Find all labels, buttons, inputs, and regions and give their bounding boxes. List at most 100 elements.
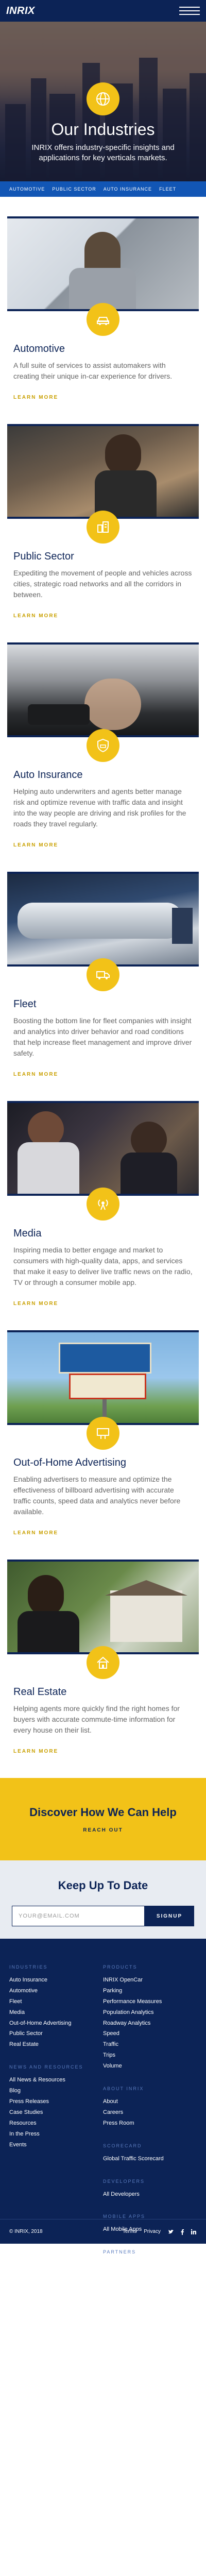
footer-link[interactable]: Traffic [103, 2039, 197, 2050]
industry-subnav: AUTOMOTIVE PUBLIC SECTOR AUTO INSURANCE … [0, 181, 206, 197]
privacy-link[interactable]: Privacy [144, 2229, 161, 2234]
footer-link[interactable]: Global Traffic Scorecard [103, 2154, 197, 2164]
footer-link[interactable]: Resources [9, 2118, 103, 2129]
industry-card-auto-insurance: Auto Insurance Helping auto underwriters… [7, 642, 199, 849]
industry-card-real-estate: Real Estate Helping agents more quickly … [7, 1560, 199, 1755]
learn-more-link[interactable]: LEARN MORE [13, 1072, 58, 1077]
footer-link[interactable]: Population Analytics [103, 2007, 197, 2018]
footer-link[interactable]: About [103, 2096, 197, 2107]
footer-link[interactable]: Case Studies [9, 2107, 103, 2118]
footer-link[interactable]: All Portals [103, 2260, 197, 2270]
industry-description: Expediting the movement of people and ve… [13, 569, 192, 599]
footer-heading: PARTNERS [103, 2249, 136, 2255]
site-footer: INDUSTRIES Auto Insurance Automotive Fleet M… [0, 1939, 206, 2304]
subnav-item-public-sector[interactable]: PUBLIC SECTOR [52, 187, 96, 192]
copyright-text: © INRIX, 2018 [9, 2229, 43, 2234]
footer-link[interactable]: Events [9, 2140, 103, 2150]
industry-card-automotive: Automotive A full suite of services to a… [7, 216, 199, 401]
cta-banner: Discover How We Can Help REACH OUT [0, 1778, 206, 1860]
terms-link[interactable]: Terms [123, 2229, 136, 2234]
industry-title: Auto Insurance [13, 769, 83, 781]
learn-more-link[interactable]: LEARN MORE [13, 1530, 58, 1536]
learn-more-link[interactable]: LEARN MORE [13, 1301, 58, 1307]
auto-insurance-photo [7, 642, 199, 737]
industry-title: Out-of-Home Advertising [13, 1457, 126, 1468]
industry-description: Inspiring media to better engage and mar… [13, 1246, 193, 1286]
learn-more-link[interactable]: LEARN MORE [13, 1749, 58, 1754]
newsletter-section: Keep Up To Date SIGNUP [0, 1860, 206, 1939]
industry-card-out-of-home-advertising: Out-of-Home Advertising Enabling adverti… [7, 1330, 199, 1537]
footer-bottom-bar: © INRIX, 2018 Terms Privacy [0, 2219, 206, 2244]
footer-link[interactable]: Media [9, 2007, 103, 2018]
footer-link[interactable]: Fleet [9, 1996, 103, 2007]
subnav-item-auto-insurance[interactable]: AUTO INSURANCE [104, 187, 152, 192]
house-icon [87, 1646, 119, 1679]
footer-link[interactable]: Real Estate [9, 2039, 103, 2050]
footer-link[interactable]: All News & Resources [9, 2075, 103, 2086]
footer-heading: MOBILE APPS [103, 2214, 146, 2219]
inrix-logo[interactable]: INRIX [6, 5, 35, 17]
industry-description: Helping agents more quickly find the rig… [13, 1704, 180, 1734]
learn-more-link[interactable]: LEARN MORE [13, 842, 58, 848]
shield-car-icon [87, 729, 119, 762]
footer-heading: ABOUT INRIX [103, 2086, 144, 2092]
industry-title: Automotive [13, 343, 65, 354]
footer-link[interactable]: Careers [103, 2107, 197, 2118]
footer-link[interactable]: Press Releases [9, 2096, 103, 2107]
city-icon [87, 511, 119, 544]
industry-card-public-sector: Public Sector Expediting the movement of… [7, 424, 199, 620]
footer-link[interactable]: Volume [103, 2061, 197, 2072]
learn-more-link[interactable]: LEARN MORE [13, 395, 58, 400]
email-field[interactable] [12, 1906, 145, 1926]
footer-link[interactable]: Performance Measures [103, 1996, 197, 2007]
subnav-item-automotive[interactable]: AUTOMOTIVE [9, 187, 45, 192]
footer-link[interactable]: INRIX OpenCar [103, 1975, 197, 1986]
industry-title: Real Estate [13, 1686, 67, 1698]
footer-heading: NEWS AND RESOURCES [9, 2064, 83, 2070]
facebook-icon[interactable] [179, 2229, 185, 2235]
footer-heading: DEVELOPERS [103, 2178, 145, 2184]
cta-title: Discover How We Can Help [29, 1806, 177, 1819]
subnav-item-fleet[interactable]: FLEET [159, 187, 176, 192]
industry-card-fleet: Fleet Boosting the bottom line for fleet… [7, 872, 199, 1078]
footer-link[interactable]: Auto Insurance [9, 1975, 103, 1986]
industry-title: Media [13, 1228, 42, 1239]
hamburger-icon[interactable] [179, 7, 200, 15]
page-title: Our Industries [51, 120, 155, 139]
footer-link[interactable]: Roadway Analytics [103, 2018, 197, 2029]
newsletter-form: SIGNUP [0, 1906, 206, 1926]
industry-description: A full suite of services to assist autom… [13, 361, 173, 380]
public-sector-photo [7, 424, 199, 519]
reach-out-link[interactable]: REACH OUT [83, 1827, 123, 1833]
footer-link[interactable]: Out-of-Home Advertising [9, 2018, 103, 2029]
footer-logo[interactable]: INRIX [9, 2291, 197, 2304]
industries-list: Automotive A full suite of services to a… [0, 197, 206, 1755]
media-photo [7, 1101, 199, 1196]
truck-icon [87, 958, 119, 991]
footer-heading: SCORECARD [103, 2143, 142, 2148]
broadcast-icon [87, 1188, 119, 1221]
linkedin-icon[interactable] [191, 2229, 197, 2235]
car-icon [87, 303, 119, 336]
footer-heading: PRODUCTS [103, 1964, 138, 1970]
twitter-icon[interactable] [168, 2229, 174, 2235]
billboard-icon [87, 1417, 119, 1450]
footer-link[interactable]: Automotive [9, 1986, 103, 1996]
footer-link[interactable]: Speed [103, 2028, 197, 2039]
globe-icon [87, 82, 119, 115]
learn-more-link[interactable]: LEARN MORE [13, 613, 58, 619]
footer-link[interactable]: Blog [9, 2086, 103, 2096]
newsletter-title: Keep Up To Date [58, 1879, 148, 1892]
footer-link[interactable]: Public Sector [9, 2028, 103, 2039]
footer-link[interactable]: Press Room [103, 2118, 197, 2129]
footer-link[interactable]: In the Press [9, 2129, 103, 2140]
signup-button[interactable]: SIGNUP [145, 1906, 194, 1926]
footer-link[interactable]: Parking [103, 1986, 197, 1996]
site-header: INRIX [0, 0, 206, 22]
footer-link[interactable]: Trips [103, 2050, 197, 2061]
automotive-photo [7, 216, 199, 311]
industry-description: Helping auto underwriters and agents bet… [13, 787, 186, 828]
industry-description: Enabling advertisers to measure and opti… [13, 1475, 181, 1516]
real-estate-photo [7, 1560, 199, 1654]
footer-link[interactable]: All Developers [103, 2189, 197, 2200]
